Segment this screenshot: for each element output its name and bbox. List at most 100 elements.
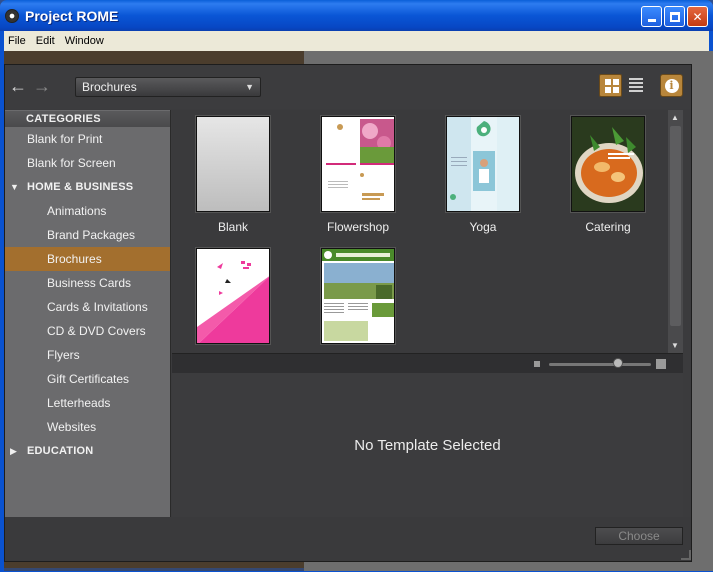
- sidebar-item-websites[interactable]: Websites: [5, 415, 170, 439]
- template-grid-scrollbar[interactable]: ▲ ▼: [668, 110, 683, 353]
- template-catering[interactable]: Catering: [553, 116, 663, 234]
- sidebar-item-label: Business Cards: [47, 276, 132, 290]
- grid-view-icon-cell: [613, 79, 619, 85]
- triangle-right-icon[interactable]: ▶: [10, 439, 17, 463]
- template-thumbnail: [196, 116, 270, 212]
- category-select[interactable]: Brochures ▼: [75, 77, 261, 97]
- template-blank[interactable]: Blank: [178, 116, 288, 234]
- title-bar: Project ROME ✕: [0, 0, 713, 31]
- sidebar-item-label: Brochures: [47, 252, 102, 266]
- sidebar-item-blank-for-print[interactable]: Blank for Print: [5, 127, 170, 151]
- catering-preview: [572, 117, 644, 211]
- triangle-down-icon[interactable]: ▼: [10, 175, 19, 199]
- template-yoga[interactable]: Yoga: [428, 116, 538, 234]
- template-soccer-newsletter[interactable]: [303, 248, 413, 352]
- minimize-button[interactable]: [641, 6, 662, 27]
- window-title: Project ROME: [25, 7, 119, 24]
- sidebar-item-label: Letterheads: [47, 396, 111, 410]
- template-thumbnail: [196, 248, 270, 344]
- template-flowershop[interactable]: Flowershop: [303, 116, 413, 234]
- template-label: Blank: [217, 220, 249, 234]
- sidebar-item-label: Gift Certificates: [47, 372, 130, 386]
- scrollbar-thumb[interactable]: [670, 126, 681, 326]
- list-view-icon-line: [629, 82, 643, 84]
- chevron-down-icon: ▼: [245, 82, 254, 92]
- template-thumbnail: [446, 116, 520, 212]
- sidebar-item-label: Blank for Screen: [27, 156, 116, 170]
- flowershop-preview: [322, 117, 394, 211]
- sidebar-item-label: CD & DVD Covers: [47, 324, 146, 338]
- sidebar-item-label: Brand Packages: [47, 228, 136, 242]
- template-dialog: ← → Brochures ▼ i CATEGORIES Blank for P…: [4, 64, 692, 562]
- sidebar-item-blank-for-screen[interactable]: Blank for Screen: [5, 151, 170, 175]
- maximize-icon: [669, 11, 680, 22]
- sidebar-item-cd-dvd-covers[interactable]: CD & DVD Covers: [5, 319, 170, 343]
- resize-grip-icon[interactable]: [681, 550, 691, 560]
- dialog-toolbar: ← → Brochures ▼ i: [5, 65, 691, 109]
- sidebar-item-label: Blank for Print: [27, 132, 103, 146]
- dialog-footer: Choose: [5, 517, 691, 561]
- sidebar-item-cards-invitations[interactable]: Cards & Invitations: [5, 295, 170, 319]
- sidebar-item-home-business[interactable]: ▼ HOME & BUSINESS: [5, 175, 170, 199]
- app-icon: [5, 8, 19, 23]
- list-view-icon-line: [629, 90, 643, 92]
- list-view-button[interactable]: [629, 78, 643, 92]
- template-label: Flowershop: [326, 220, 390, 234]
- sidebar-item-education[interactable]: ▶ EDUCATION: [5, 439, 170, 463]
- zoom-bar: [172, 353, 683, 373]
- sidebar-item-label: Flyers: [47, 348, 80, 362]
- list-view-icon-line: [629, 86, 643, 88]
- zoom-slider-track[interactable]: [549, 363, 651, 366]
- category-select-value: Brochures: [82, 80, 137, 94]
- template-label: Catering: [585, 220, 631, 234]
- sidebar-item-gift-certificates[interactable]: Gift Certificates: [5, 367, 170, 391]
- menu-edit[interactable]: Edit: [32, 35, 61, 47]
- sidebar-item-label: Cards & Invitations: [47, 300, 148, 314]
- sidebar-item-animations[interactable]: Animations: [5, 199, 170, 223]
- template-label: Yoga: [469, 220, 497, 234]
- grid-view-icon: [605, 79, 611, 85]
- grid-view-icon-cell: [605, 87, 611, 93]
- categories-list: Blank for Print Blank for Screen ▼ HOME & B…: [5, 127, 170, 463]
- sidebar-item-flyers[interactable]: Flyers: [5, 343, 170, 367]
- sidebar-item-brochures[interactable]: Brochures: [5, 247, 170, 271]
- template-thumbnail: [321, 248, 395, 344]
- grid-view-button[interactable]: [599, 74, 622, 97]
- back-arrow-icon[interactable]: ←: [9, 77, 27, 95]
- sidebar-item-brand-packages[interactable]: Brand Packages: [5, 223, 170, 247]
- maximize-button[interactable]: [664, 6, 685, 27]
- zoom-in-icon[interactable]: [656, 359, 666, 369]
- sidebar-item-business-cards[interactable]: Business Cards: [5, 271, 170, 295]
- zoom-out-icon[interactable]: [534, 361, 540, 367]
- sidebar-item-letterheads[interactable]: Letterheads: [5, 391, 170, 415]
- sidebar-item-label: Websites: [47, 420, 97, 434]
- template-pink-brochure[interactable]: [178, 248, 288, 352]
- sidebar-item-label: Animations: [47, 204, 107, 218]
- categories-header: CATEGORIES: [5, 111, 170, 127]
- close-icon: ✕: [692, 9, 703, 24]
- minimize-icon: [647, 19, 656, 22]
- info-button[interactable]: i: [660, 74, 683, 97]
- soccer-newsletter-preview: [322, 249, 394, 343]
- menu-bar: File Edit Window: [0, 31, 713, 51]
- info-icon: i: [664, 78, 679, 93]
- no-template-message: No Template Selected: [354, 436, 501, 454]
- menu-window[interactable]: Window: [61, 35, 110, 47]
- pink-brochure-preview: [197, 249, 269, 343]
- grid-view-icon-cell: [613, 87, 619, 93]
- sidebar-item-label: HOME & BUSINESS: [27, 181, 134, 193]
- forward-arrow-icon[interactable]: →: [33, 77, 51, 95]
- scroll-up-icon[interactable]: ▲: [671, 113, 679, 122]
- categories-sidebar: CATEGORIES Blank for Print Blank for Scre…: [5, 110, 171, 517]
- sidebar-item-label: EDUCATION: [27, 445, 94, 457]
- choose-button[interactable]: Choose: [595, 527, 683, 545]
- scroll-down-icon[interactable]: ▼: [671, 341, 679, 350]
- close-button[interactable]: ✕: [687, 6, 708, 27]
- template-grid: Blank Flowershop Yoga Catering: [172, 110, 668, 353]
- yoga-preview: [447, 117, 519, 211]
- template-thumbnail: [571, 116, 645, 212]
- template-detail-panel: No Template Selected: [172, 373, 683, 517]
- template-thumbnail: [321, 116, 395, 212]
- menu-file[interactable]: File: [4, 35, 32, 47]
- zoom-slider-handle[interactable]: [613, 358, 623, 368]
